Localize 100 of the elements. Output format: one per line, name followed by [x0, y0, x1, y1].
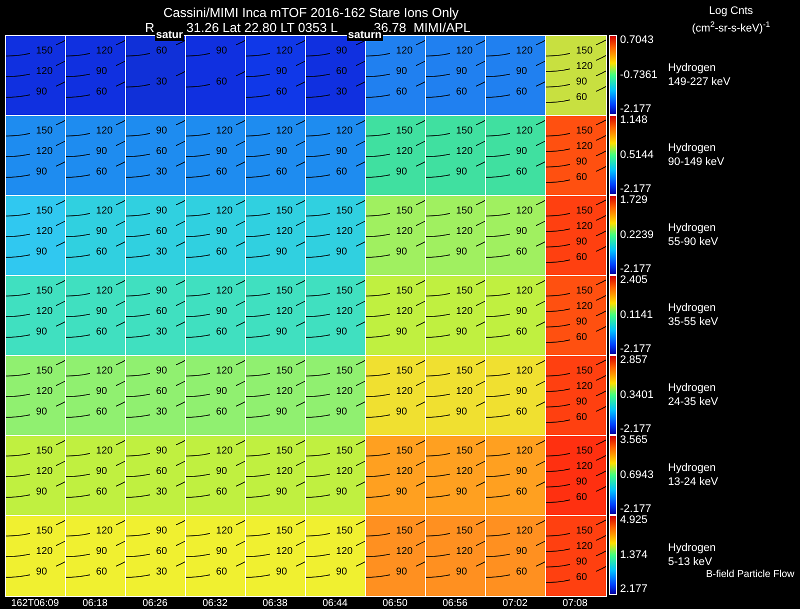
contour-label: 150	[276, 445, 293, 456]
contour-label: 90	[576, 156, 588, 168]
scale-mid-label: -0.7361	[620, 70, 658, 80]
contour-label: 120	[456, 45, 473, 56]
energy-label: 5-13 keV	[668, 555, 714, 569]
energy-label: 24-35 keV	[668, 395, 718, 409]
contour-label: 60	[516, 486, 528, 498]
contour-label: 120	[576, 220, 593, 232]
species-label: Hydrogen	[668, 301, 717, 315]
contour-label: 150	[36, 445, 53, 456]
contour-label: 90	[276, 406, 288, 418]
contour-lines-drawing	[126, 120, 186, 178]
contour-lines-drawing	[246, 360, 306, 418]
contour-lines-drawing	[486, 120, 546, 178]
contour-lines-drawing	[306, 40, 366, 98]
contour-lines-drawing	[6, 280, 66, 338]
contour-lines-drawing	[6, 120, 66, 178]
contour-label: 120	[456, 466, 473, 478]
scale-max-label: 2.857	[620, 355, 648, 366]
contour-label: 120	[576, 140, 593, 152]
scale-mid-label: 0.6943	[620, 470, 654, 480]
contour-label: 60	[336, 166, 348, 178]
contour-label: 150	[576, 45, 593, 56]
scale-max-label: 1.148	[620, 115, 648, 126]
time-label: 06:32	[201, 598, 229, 609]
contour-label: 120	[216, 525, 233, 536]
contour-label: 90	[336, 146, 348, 158]
contour-label: 90	[456, 166, 468, 178]
contour-label: 60	[276, 86, 288, 98]
contour-label: 150	[336, 285, 353, 296]
contour-label: 90	[456, 486, 468, 498]
contour-label: 90	[396, 486, 408, 498]
contour-lines-drawing	[126, 200, 186, 258]
contour-label: 120	[576, 60, 593, 72]
contour-label: 120	[576, 460, 593, 472]
contour-lines-drawing	[246, 120, 306, 178]
contour-label: 90	[216, 386, 228, 398]
contour-label: 60	[96, 486, 108, 498]
contour-label: 150	[36, 285, 53, 296]
contour-lines-drawing	[426, 120, 486, 178]
contour-label: 60	[276, 166, 288, 178]
contour-label: 60	[216, 406, 228, 418]
contour-lines-drawing	[486, 360, 546, 418]
contour-label: 30	[156, 326, 168, 338]
contour-label: 60	[216, 326, 228, 338]
contour-label: 90	[396, 566, 408, 578]
contour-label: 120	[456, 386, 473, 398]
contour-label: 60	[516, 566, 528, 578]
panel-marker-label: saturn	[347, 30, 383, 41]
contour-label: 150	[456, 205, 473, 216]
contour-label: 120	[396, 146, 413, 158]
contour-label: 150	[396, 285, 413, 296]
contour-lines-drawing	[66, 520, 126, 578]
contour-label: 90	[516, 226, 528, 238]
time-label: 06:56	[441, 598, 469, 609]
contour-lines-drawing	[426, 280, 486, 338]
contour-label: 150	[276, 525, 293, 536]
contour-lines-drawing	[366, 360, 426, 418]
time-label: 06:38	[261, 598, 289, 609]
contour-label: 120	[456, 226, 473, 238]
contour-label: 150	[276, 285, 293, 296]
scale-mid-label: 0.1141	[620, 310, 653, 320]
contour-label: 60	[336, 66, 348, 78]
contour-lines-drawing	[246, 40, 306, 98]
contour-lines-drawing	[126, 440, 186, 498]
contour-lines-drawing	[66, 40, 126, 98]
contour-label: 60	[516, 326, 528, 338]
contour-label: 60	[516, 86, 528, 98]
contour-lines-drawing	[366, 280, 426, 338]
contour-lines-drawing	[306, 440, 366, 498]
contour-label: 30	[156, 76, 168, 88]
contour-label: 90	[576, 316, 588, 328]
contour-lines-drawing	[186, 440, 246, 498]
contour-label: 90	[276, 486, 288, 498]
contour-label: 150	[576, 445, 593, 456]
time-label: 07:08	[561, 598, 589, 609]
species-label: Hydrogen	[668, 461, 717, 475]
scale-min-label: 2.177	[620, 584, 648, 595]
contour-label: 120	[396, 466, 413, 478]
contour-label: 90	[276, 326, 288, 338]
contour-label: 150	[456, 445, 473, 456]
contour-label: 120	[36, 306, 53, 318]
contour-lines-drawing	[306, 520, 366, 578]
contour-label: 120	[576, 540, 593, 552]
contour-label: 60	[576, 412, 588, 423]
contour-lines-drawing	[246, 520, 306, 578]
contour-label: 150	[576, 125, 593, 136]
contour-lines-drawing	[486, 520, 546, 578]
contour-label: 90	[396, 406, 408, 418]
scale-min-label: -2.177	[620, 424, 652, 435]
contour-lines-drawing	[486, 440, 546, 498]
contour-lines-drawing	[246, 440, 306, 498]
contour-label: 90	[156, 205, 168, 216]
contour-lines-drawing	[486, 40, 546, 98]
contour-lines-drawing	[366, 200, 426, 258]
contour-label: 120	[36, 466, 53, 478]
contour-label: 60	[156, 466, 168, 478]
contour-label: 120	[96, 205, 113, 216]
contour-label: 60	[156, 45, 168, 56]
contour-label: 60	[156, 146, 168, 158]
